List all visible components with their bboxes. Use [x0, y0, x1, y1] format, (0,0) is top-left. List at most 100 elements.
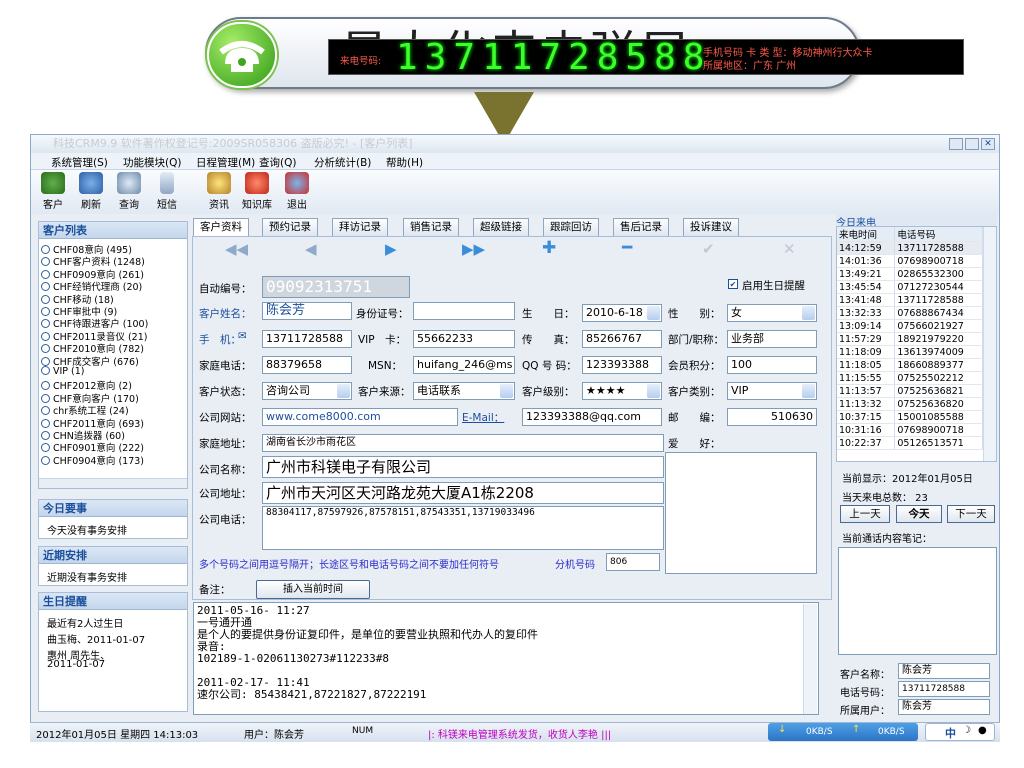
save-record-icon[interactable]: ✔ — [702, 240, 715, 258]
call-row[interactable]: 13:09:14 07566021927 — [837, 319, 983, 333]
menu-analysis[interactable]: 分析统计(B) — [314, 155, 371, 170]
col-phone[interactable]: 电话号码 — [894, 227, 983, 242]
call-row[interactable]: 10:31:16 07698900718 — [837, 423, 983, 437]
prev-record-icon[interactable]: ◀ — [305, 240, 317, 258]
birthday-picker[interactable]: 2010-6-18 — [582, 304, 662, 322]
zip-input[interactable]: 510630 — [727, 408, 817, 426]
customer-group-item[interactable]: CHF0904意向 (173) — [41, 453, 144, 467]
call-row[interactable]: 10:37:15 15001085588 — [837, 410, 983, 424]
call-row[interactable]: 13:41:48 13711728588 — [837, 293, 983, 307]
next-day-button[interactable]: 下一天 — [947, 505, 995, 523]
restore-button[interactable] — [965, 138, 979, 150]
sms-button[interactable]: 短信 — [147, 172, 187, 211]
menu-query[interactable]: 查询(Q) — [259, 155, 296, 170]
company-phone-label: 公司电话： — [199, 514, 252, 526]
call-row[interactable]: 14:01:36 07698900718 — [837, 254, 983, 268]
col-call-time[interactable]: 来电时间 — [837, 227, 896, 242]
customer-group-item[interactable]: VIP (1) — [41, 366, 85, 377]
call-row[interactable]: 11:13:57 07525636821 — [837, 384, 983, 398]
tab-visits[interactable]: 拜访记录 — [332, 218, 388, 236]
call-row[interactable]: 13:32:33 07688867434 — [837, 306, 983, 320]
delete-record-icon[interactable]: ━ — [622, 238, 632, 258]
tab-followup[interactable]: 跟踪回访 — [543, 218, 599, 236]
remark-textarea[interactable]: 2011-05-16- 11:27 一号通开通 是个人的要提供身份证复印件，是单位的… — [193, 602, 819, 715]
status-select[interactable]: 咨询公司 — [262, 382, 352, 400]
call-row[interactable]: 11:15:55 07525502212 — [837, 371, 983, 385]
tab-complaints[interactable]: 投诉建议 — [683, 218, 739, 236]
company-address-input[interactable]: 广州市天河区天河路龙苑大厦A1栋2208 — [262, 482, 664, 504]
knowledge-button[interactable]: 知识库 — [237, 172, 277, 211]
call-row[interactable]: 11:57:29 18921979220 — [837, 332, 983, 346]
website-input[interactable]: www.come8000.com — [262, 408, 458, 426]
points-input[interactable]: 100 — [727, 356, 817, 374]
recent-header[interactable]: 近期安排 — [39, 547, 187, 564]
today-header[interactable]: 今日要事 — [39, 500, 187, 517]
query-button[interactable]: 查询 — [109, 172, 149, 211]
birthday-panel: 生日提醒 最近有2人过生日 曲玉梅、2011-01-07 惠州 周先生、 201… — [38, 592, 188, 712]
extension-input[interactable]: 806 — [606, 553, 660, 571]
tab-customer-info[interactable]: 客户资料 — [193, 218, 249, 236]
email-link[interactable]: E-Mail： — [462, 410, 504, 425]
birthday-header[interactable]: 生日提醒 — [39, 593, 187, 610]
tab-appointments[interactable]: 预约记录 — [262, 218, 318, 236]
insert-time-button[interactable]: 插入当前时间 — [256, 580, 370, 599]
email-input[interactable]: 123393388@qq.com — [522, 408, 662, 426]
qq-input[interactable]: 123393388 — [582, 356, 662, 374]
close-button[interactable]: ✕ — [981, 138, 995, 150]
company-input[interactable]: 广州市科镁电子有限公司 — [262, 456, 664, 478]
cancel-record-icon[interactable]: ✕ — [783, 240, 796, 258]
add-record-icon[interactable]: ✚ — [542, 238, 556, 258]
tab-hyperlinks[interactable]: 超级链接 — [473, 218, 529, 236]
call-row[interactable]: 10:22:37 05126513571 — [837, 436, 983, 450]
call-row[interactable]: 13:45:54 07127230544 — [837, 280, 983, 294]
today-button[interactable]: 今天 — [896, 505, 942, 523]
ime-mode[interactable]: 中 — [945, 725, 956, 741]
gender-select[interactable]: 女 — [727, 304, 817, 322]
mobile-input[interactable]: 13711728588 — [262, 330, 352, 348]
birthday-reminder-checkbox[interactable]: ✔ — [728, 279, 738, 289]
call-row[interactable]: 11:18:05 18660889377 — [837, 358, 983, 372]
id-input[interactable] — [413, 302, 515, 320]
call-row[interactable]: 11:13:32 07525636820 — [837, 397, 983, 411]
hobby-input[interactable] — [665, 452, 817, 574]
name-input[interactable]: 陈会芳 — [262, 302, 352, 320]
next-record-icon[interactable]: ▶ — [385, 240, 397, 258]
prev-day-button[interactable]: 上一天 — [840, 505, 890, 523]
moon-icon[interactable]: ☽ — [962, 725, 971, 736]
fax-input[interactable]: 85266767 — [582, 330, 662, 348]
tab-sales[interactable]: 销售记录 — [403, 218, 459, 236]
menu-help[interactable]: 帮助(H) — [386, 155, 423, 170]
menu-modules[interactable]: 功能模块(Q) — [123, 155, 181, 170]
dept-input[interactable]: 业务部 — [727, 330, 817, 348]
call-row[interactable]: 14:12:59 13711728588 — [837, 241, 983, 255]
sms-envelope-icon[interactable]: ✉ — [238, 330, 247, 342]
tab-aftersales[interactable]: 售后记录 — [613, 218, 669, 236]
news-button[interactable]: 资讯 — [199, 172, 239, 211]
refresh-button[interactable]: 刷新 — [71, 172, 111, 211]
vip-card-input[interactable]: 55662233 — [413, 330, 515, 348]
customers-icon — [41, 172, 65, 194]
msn-input[interactable]: huifang_246@ms — [413, 356, 515, 374]
customer-list-header[interactable]: 客户列表 — [39, 222, 187, 239]
last-record-icon[interactable]: ▶▶ — [462, 240, 485, 258]
level-select[interactable]: ★★★★ — [582, 382, 662, 400]
user-icon[interactable]: ● — [978, 725, 987, 736]
type-select[interactable]: VIP — [727, 382, 817, 400]
minimize-button[interactable] — [949, 138, 963, 150]
call-row[interactable]: 13:49:21 02865532300 — [837, 267, 983, 281]
horizontal-scrollbar[interactable] — [39, 478, 187, 488]
exit-button[interactable]: 退出 — [277, 172, 317, 211]
knowledge-icon — [245, 172, 269, 194]
first-record-icon[interactable]: ◀◀ — [225, 240, 248, 258]
call-row[interactable]: 11:18:09 13613974009 — [837, 345, 983, 359]
home-phone-input[interactable]: 88379658 — [262, 356, 352, 374]
source-select[interactable]: 电话联系 — [413, 382, 515, 400]
menu-system[interactable]: 系统管理(S) — [51, 155, 108, 170]
customer-button[interactable]: 客户 — [33, 172, 73, 211]
home-address-input[interactable]: 湖南省长沙市雨花区 — [262, 434, 664, 452]
call-note-textarea[interactable] — [838, 547, 997, 655]
remark-scrollbar[interactable] — [803, 604, 817, 714]
menu-schedule[interactable]: 日程管理(M) — [196, 155, 255, 170]
company-phone-input[interactable]: 88304117,87597926,87578151,87543351,1371… — [262, 506, 664, 550]
calls-scrollbar[interactable] — [983, 227, 996, 461]
